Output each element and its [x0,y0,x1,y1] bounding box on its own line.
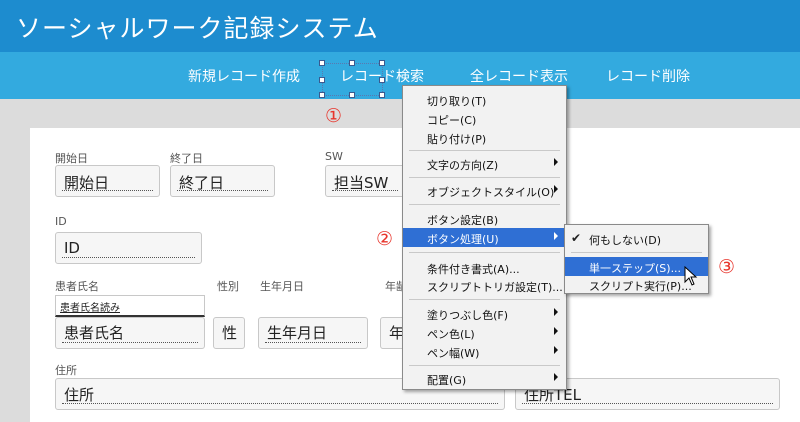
context-menu: 切り取り(T) コピー(C) 貼り付け(P) 文字の方向(Z) オブジェクトスタ… [402,85,567,390]
submenu-arrow-icon [554,185,558,193]
gender-field[interactable]: 性 [213,317,245,349]
patient-name-label: 患者氏名 [55,280,99,293]
patient-reading-field[interactable]: 患者氏名読み [55,295,205,317]
app-title: ソーシャルワーク記録システム [16,14,379,43]
id-field[interactable]: ID [55,232,202,264]
patient-name-field[interactable]: 患者氏名 [55,317,205,349]
menu-item-button-action[interactable]: ボタン処理(U) [403,228,566,247]
end-date-field[interactable]: 終了日 [170,165,275,197]
step-marker-1: ① [325,105,343,127]
menu-item-pen-width[interactable]: ペン幅(W) [403,342,566,361]
submenu-arrow-icon [554,158,558,166]
submenu-arrow-icon [554,308,558,316]
resize-handle[interactable] [379,77,385,83]
nav-bar: 新規レコード作成 レコード検索 全レコード表示 レコード削除 [0,52,800,99]
menu-item-copy[interactable]: コピー(C) [403,109,566,128]
menu-item-arrange[interactable]: 配置(G) [403,369,566,388]
menu-item-script-triggers[interactable]: スクリプトトリガ設定(T)... [403,276,566,295]
submenu-arrow-icon [554,327,558,335]
selected-button-outline[interactable] [319,60,385,98]
menu-item-conditional-format[interactable]: 条件付き書式(A)... [403,258,566,277]
show-all-records-button[interactable]: 全レコード表示 [470,66,568,86]
submenu-arrow-icon [554,346,558,354]
submenu-arrow-icon [554,232,558,240]
end-date-label: 終了日 [170,152,203,165]
patient-reading-value: 患者氏名読み [60,303,120,314]
gender-label: 性別 [217,280,239,293]
gender-value: 性 [222,324,238,342]
menu-separator [409,365,560,366]
sw-field[interactable]: 担当SW [325,165,405,197]
resize-handle[interactable] [319,92,325,98]
menu-item-object-style[interactable]: オブジェクトスタイル(O) [403,181,566,200]
id-label: ID [55,215,67,228]
menu-item-fill-color[interactable]: 塗りつぶし色(F) [403,304,566,323]
resize-handle[interactable] [349,92,355,98]
submenu-arrow-icon [554,373,558,381]
sw-label: SW [325,150,343,163]
resize-handle[interactable] [379,60,385,66]
step-marker-2: ② [376,228,394,250]
birth-date-field[interactable]: 生年月日 [258,317,368,349]
resize-handle[interactable] [319,77,325,83]
menu-separator [409,252,560,253]
address-value: 住所 [64,386,95,404]
address-label: 住所 [55,364,77,377]
birth-date-value: 生年月日 [267,324,328,342]
start-date-label: 開始日 [55,152,88,165]
delete-record-button[interactable]: レコード削除 [606,66,690,86]
resize-handle[interactable] [379,92,385,98]
birth-date-label: 生年月日 [260,280,304,293]
menu-separator [409,299,560,300]
new-record-button[interactable]: 新規レコード作成 [188,66,300,86]
mouse-pointer-icon [684,266,698,286]
menu-separator [571,252,702,253]
menu-item-pen-color[interactable]: ペン色(L) [403,323,566,342]
menu-item-paste[interactable]: 貼り付け(P) [403,128,566,147]
menu-item-cut[interactable]: 切り取り(T) [403,90,566,109]
menu-item-button-setup[interactable]: ボタン設定(B) [403,209,566,228]
app-header: ソーシャルワーク記録システム [0,0,800,52]
id-value: ID [64,239,80,257]
patient-name-value: 患者氏名 [64,324,125,342]
check-icon: ✔ [571,231,582,245]
start-date-field[interactable]: 開始日 [55,165,160,197]
submenu-item-do-nothing[interactable]: ✔ 何もしない(D) [565,229,708,248]
menu-separator [409,150,560,151]
menu-separator [409,177,560,178]
resize-handle[interactable] [319,60,325,66]
step-marker-3: ③ [718,256,736,278]
resize-handle[interactable] [349,60,355,66]
menu-separator [409,204,560,205]
menu-item-text-direction[interactable]: 文字の方向(Z) [403,154,566,173]
